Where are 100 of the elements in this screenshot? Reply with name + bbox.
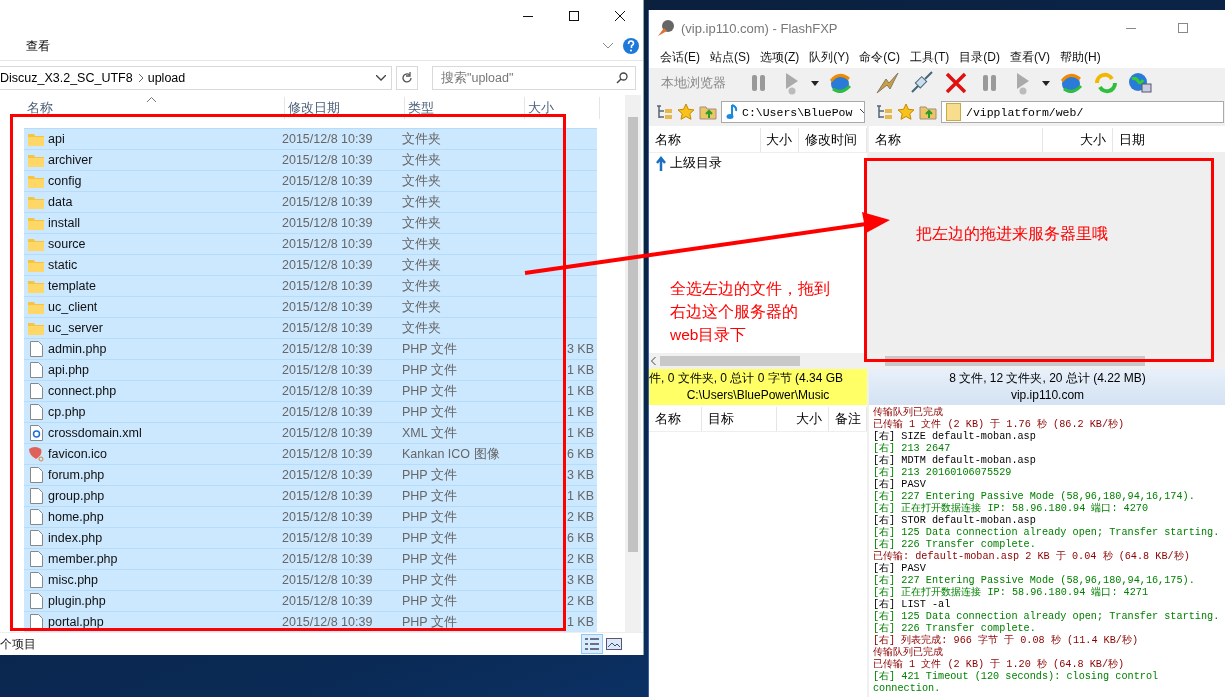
column-header[interactable]: 修改日期 — [285, 97, 405, 119]
file-row[interactable]: template 2015/12/8 10:39 文件夹 — [24, 275, 597, 296]
refresh-button[interactable] — [396, 66, 418, 90]
file-row[interactable]: admin.php 2015/12/8 10:39 PHP 文件 3 KB — [24, 338, 597, 359]
file-icon — [29, 593, 43, 609]
column-header[interactable]: 日期 — [1113, 128, 1225, 152]
modified-date: 2015/12/8 10:39 — [282, 174, 374, 188]
column-header[interactable]: 备注 — [829, 407, 867, 431]
tree-icon[interactable] — [655, 103, 673, 121]
breadcrumb-item[interactable]: upload — [143, 71, 186, 85]
close-icon — [615, 11, 625, 21]
folder-icon — [28, 321, 44, 335]
file-row[interactable]: favicon.ico 2015/12/8 10:39 Kankan ICO 图像 6 KB — [24, 443, 597, 464]
address-bar[interactable]: Discuz_X3.2_SC_UTF8 upload — [0, 66, 392, 90]
scrollbar[interactable] — [625, 95, 641, 632]
file-name: archiver — [48, 153, 94, 167]
file-row[interactable]: plugin.php 2015/12/8 10:39 PHP 文件 2 KB — [24, 590, 597, 611]
folder-up-icon[interactable] — [699, 103, 717, 121]
chevron-down-icon[interactable] — [376, 75, 386, 81]
parent-directory-item[interactable]: 上级目录 — [649, 153, 728, 174]
file-name: uc_server — [48, 321, 104, 335]
help-icon[interactable] — [623, 38, 639, 54]
column-header[interactable]: 类型 — [405, 97, 525, 119]
lightning-icon[interactable] — [875, 71, 901, 95]
file-row[interactable]: uc_server 2015/12/8 10:39 文件夹 — [24, 317, 597, 338]
column-header[interactable]: 修改时间 — [799, 128, 867, 152]
breadcrumb-item[interactable]: Discuz_X3.2_SC_UTF8 — [0, 71, 139, 85]
file-name: misc.php — [48, 573, 100, 587]
star-icon[interactable] — [897, 103, 915, 121]
column-header[interactable]: 大小 — [1043, 128, 1113, 152]
file-row[interactable]: api 2015/12/8 10:39 文件夹 — [24, 128, 597, 149]
cross-icon[interactable] — [943, 71, 969, 95]
status-text: vip.ip110.com — [1010, 387, 1085, 404]
file-size: 6 KB — [565, 531, 594, 545]
scrollbar[interactable] — [649, 353, 867, 369]
log-line: [右] 正在打开数据连接 IP: 58.96.180.94 端口: 4270 — [873, 503, 1149, 515]
path-field[interactable]: /vipplatform/web/ — [941, 101, 1224, 123]
column-header[interactable]: 名称 — [869, 128, 1043, 152]
search-field[interactable]: 搜索"upload" — [432, 66, 636, 90]
file-row[interactable]: connect.php 2015/12/8 10:39 PHP 文件 1 KB — [24, 380, 597, 401]
file-name: uc_client — [48, 300, 99, 314]
menu-item[interactable]: 目录(D) — [954, 48, 1005, 66]
file-type: PHP 文件 — [402, 613, 458, 631]
file-row[interactable]: member.php 2015/12/8 10:39 PHP 文件 2 KB — [24, 548, 597, 569]
file-row[interactable]: index.php 2015/12/8 10:39 PHP 文件 6 KB — [24, 527, 597, 548]
modified-date: 2015/12/8 10:39 — [282, 615, 374, 629]
column-header[interactable]: 大小 — [525, 97, 600, 119]
file-row[interactable]: crossdomain.xml 2015/12/8 10:39 XML 文件 1 KB — [24, 422, 597, 443]
modified-date: 2015/12/8 10:39 — [282, 258, 374, 272]
file-size: 1 KB — [565, 363, 594, 377]
file-icon — [29, 467, 43, 483]
file-row[interactable]: install 2015/12/8 10:39 文件夹 — [24, 212, 597, 233]
file-row[interactable]: archiver 2015/12/8 10:39 文件夹 — [24, 149, 597, 170]
file-row[interactable]: cp.php 2015/12/8 10:39 PHP 文件 1 KB — [24, 401, 597, 422]
file-row[interactable]: group.php 2015/12/8 10:39 PHP 文件 1 KB — [24, 485, 597, 506]
file-row[interactable]: home.php 2015/12/8 10:39 PHP 文件 2 KB — [24, 506, 597, 527]
menu-item[interactable]: 选项(Z) — [755, 48, 805, 66]
details-view-button[interactable] — [581, 634, 603, 654]
file-name: portal.php — [48, 615, 105, 629]
file-row[interactable]: config 2015/12/8 10:39 文件夹 — [24, 170, 597, 191]
menu-item[interactable]: 帮助(H) — [1055, 48, 1106, 66]
file-row[interactable]: misc.php 2015/12/8 10:39 PHP 文件 3 KB — [24, 569, 597, 590]
file-row[interactable]: portal.php 2015/12/8 10:39 PHP 文件 1 KB — [24, 611, 597, 632]
column-header[interactable]: 名称 — [649, 128, 761, 152]
file-name: source — [48, 237, 87, 251]
transfer-icon[interactable] — [1059, 71, 1085, 95]
path-dropdown[interactable]: C:\Users\BluePow — [721, 101, 865, 123]
menu-item[interactable]: 会话(E) — [655, 48, 705, 66]
ribbon-tab[interactable]: 查看 — [26, 37, 50, 55]
file-row[interactable]: data 2015/12/8 10:39 文件夹 — [24, 191, 597, 212]
modified-date: 2015/12/8 10:39 — [282, 426, 374, 440]
column-header[interactable]: 名称 — [649, 407, 702, 431]
transfer-icon[interactable] — [828, 71, 854, 95]
file-type: PHP 文件 — [402, 361, 458, 379]
menu-item[interactable]: 工具(T) — [905, 48, 955, 66]
maximize-icon — [1178, 23, 1188, 33]
log-line: 已传输 1 文件 (2 KB) 于 1.76 秒 (86.2 KB/秒) — [873, 419, 1125, 431]
file-name: static — [48, 258, 79, 272]
tree-icon[interactable] — [875, 103, 893, 121]
annotation-text: 把左边的拖进来服务器里哦 — [916, 224, 1108, 244]
column-header[interactable]: 名称 — [24, 97, 285, 119]
folder-up-icon[interactable] — [919, 103, 937, 121]
menu-item[interactable]: 队列(Y) — [804, 48, 855, 66]
column-header[interactable]: 大小 — [777, 407, 829, 431]
column-header[interactable]: 目标 — [702, 407, 777, 431]
refresh-icon[interactable] — [1093, 71, 1119, 95]
file-row[interactable]: api.php 2015/12/8 10:39 PHP 文件 1 KB — [24, 359, 597, 380]
file-row[interactable]: uc_client 2015/12/8 10:39 文件夹 — [24, 296, 597, 317]
plug-icon[interactable] — [909, 71, 935, 95]
file-row[interactable]: static 2015/12/8 10:39 文件夹 — [24, 254, 597, 275]
globe-icon[interactable] — [1127, 71, 1153, 95]
column-header[interactable]: 大小 — [761, 128, 799, 152]
up-arrow-icon — [655, 155, 667, 172]
menu-item[interactable]: 查看(V) — [1005, 48, 1055, 66]
menu-item[interactable]: 站点(S) — [705, 48, 755, 66]
file-row[interactable]: source 2015/12/8 10:39 文件夹 — [24, 233, 597, 254]
status-text: C:\Users\BluePower\Music — [686, 387, 830, 404]
menu-item[interactable]: 命令(C) — [854, 48, 905, 66]
file-row[interactable]: forum.php 2015/12/8 10:39 PHP 文件 3 KB — [24, 464, 597, 485]
star-icon[interactable] — [677, 103, 695, 121]
